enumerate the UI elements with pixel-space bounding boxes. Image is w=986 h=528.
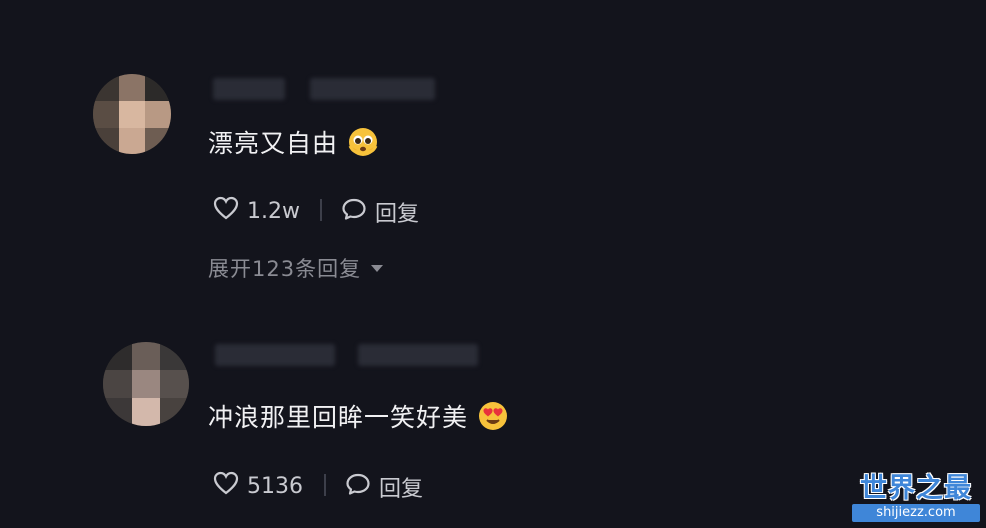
like-count: 5136 — [247, 473, 303, 499]
heart-eyes-emoji — [478, 401, 508, 431]
comment-text-label: 冲浪那里回眸一笑好美 — [208, 403, 469, 432]
comment-text: 冲浪那里回眸一笑好美 — [208, 398, 508, 434]
caret-down-icon — [371, 264, 384, 272]
site-watermark: 世界之最 shijiezz.com — [852, 474, 980, 524]
reply-button[interactable]: 回复 — [345, 471, 423, 503]
watermark-url: shijiezz.com — [852, 504, 980, 522]
username-blurred[interactable] — [358, 344, 478, 366]
divider — [324, 474, 326, 496]
comment-item: 冲浪那里回眸一笑好美 5136 回复 — [0, 0, 986, 502]
expand-replies-button[interactable]: 展开123条回复 — [208, 253, 384, 283]
expand-replies-label: 展开123条回复 — [208, 257, 362, 281]
heart-icon — [213, 471, 239, 501]
username-blurred[interactable] — [215, 344, 335, 366]
like-button[interactable]: 5136 — [213, 471, 303, 501]
comment-bubble-icon — [345, 472, 371, 502]
reply-label: 回复 — [379, 477, 424, 502]
avatar[interactable] — [103, 342, 189, 426]
watermark-title: 世界之最 — [860, 473, 972, 504]
